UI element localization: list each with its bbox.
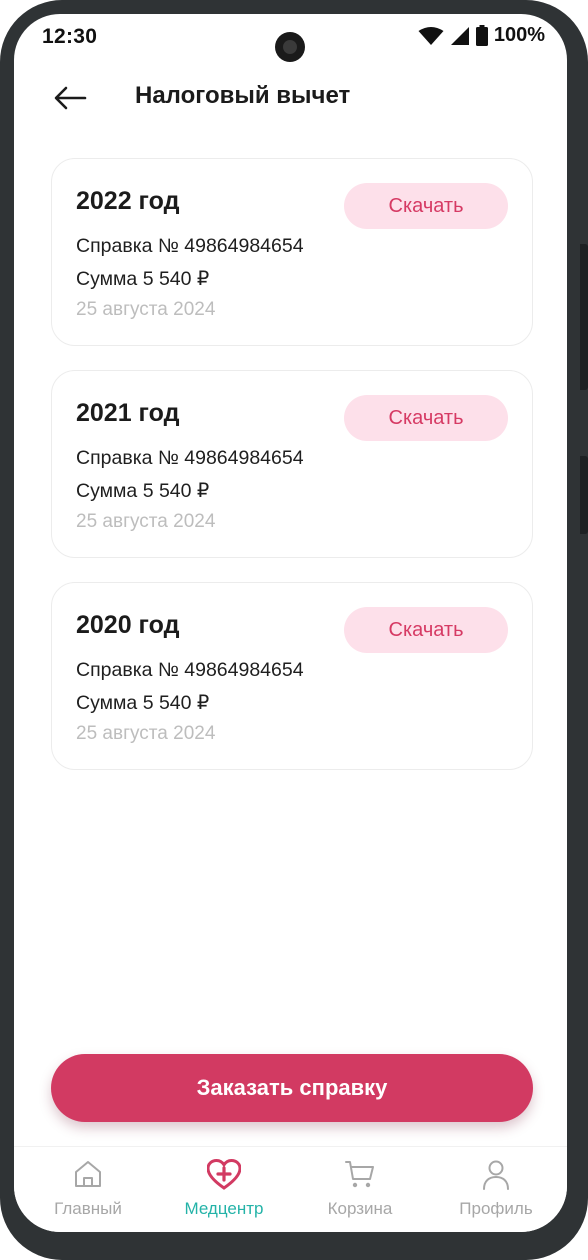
certificate-date: 25 августа 2024 — [76, 299, 216, 320]
page-title: Налоговый вычет — [135, 82, 351, 109]
certificate-date: 25 августа 2024 — [76, 723, 216, 744]
arrow-left-icon — [53, 86, 87, 115]
tax-certificate-card: 2021 год Справка № 49864984654 Сумма 5 5… — [51, 370, 533, 558]
phone-frame: 12:30 100% Налоговый вычет 2022 год Спра… — [0, 0, 588, 1260]
card-year: 2020 год — [76, 611, 180, 639]
certificate-number: Справка № 49864984654 — [76, 447, 304, 469]
download-button[interactable]: Скачать — [344, 395, 508, 441]
certificate-number: Справка № 49864984654 — [76, 659, 304, 681]
nav-label-profile: Профиль — [459, 1199, 533, 1218]
battery-percent: 100% — [493, 24, 545, 46]
tax-certificate-card: 2022 год Справка № 49864984654 Сумма 5 5… — [51, 158, 533, 346]
nav-item-home[interactable]: Главный — [19, 1147, 157, 1232]
certificate-amount: Сумма 5 540 ₽ — [76, 268, 210, 290]
download-button[interactable]: Скачать — [344, 607, 508, 653]
nav-label-cart: Корзина — [327, 1199, 393, 1218]
status-time: 12:30 — [42, 25, 98, 48]
signal-icon — [450, 26, 470, 46]
front-camera — [275, 32, 305, 62]
home-icon — [73, 1159, 103, 1194]
header: Налоговый вычет — [14, 74, 567, 134]
card-year: 2021 год — [76, 399, 180, 427]
volume-button — [580, 456, 588, 534]
certificate-date: 25 августа 2024 — [76, 511, 216, 532]
certificate-number: Справка № 49864984654 — [76, 235, 304, 257]
medical-heart-icon — [206, 1158, 242, 1196]
wifi-icon — [418, 26, 444, 46]
tax-certificate-card: 2020 год Справка № 49864984654 Сумма 5 5… — [51, 582, 533, 770]
nav-item-cart[interactable]: Корзина — [291, 1147, 429, 1232]
battery-icon — [475, 25, 488, 46]
card-year: 2022 год — [76, 187, 180, 215]
order-certificate-button[interactable]: Заказать справку — [51, 1054, 533, 1122]
screen: 12:30 100% Налоговый вычет 2022 год Спра… — [14, 14, 567, 1232]
certificate-amount: Сумма 5 540 ₽ — [76, 692, 210, 714]
certificate-amount: Сумма 5 540 ₽ — [76, 480, 210, 502]
status-bar: 12:30 100% — [14, 14, 567, 62]
nav-item-medcenter[interactable]: Медцентр — [155, 1147, 293, 1232]
nav-label-home: Главный — [54, 1199, 122, 1218]
cart-icon — [344, 1159, 376, 1196]
profile-icon — [481, 1159, 511, 1196]
status-icons: 100% — [418, 24, 545, 47]
download-button[interactable]: Скачать — [344, 183, 508, 229]
nav-item-profile[interactable]: Профиль — [427, 1147, 565, 1232]
nav-label-medcenter: Медцентр — [184, 1199, 264, 1218]
bottom-nav: Главный Медцентр Корзина Профиль — [14, 1146, 567, 1232]
power-button — [580, 244, 588, 390]
back-button[interactable] — [50, 80, 90, 120]
